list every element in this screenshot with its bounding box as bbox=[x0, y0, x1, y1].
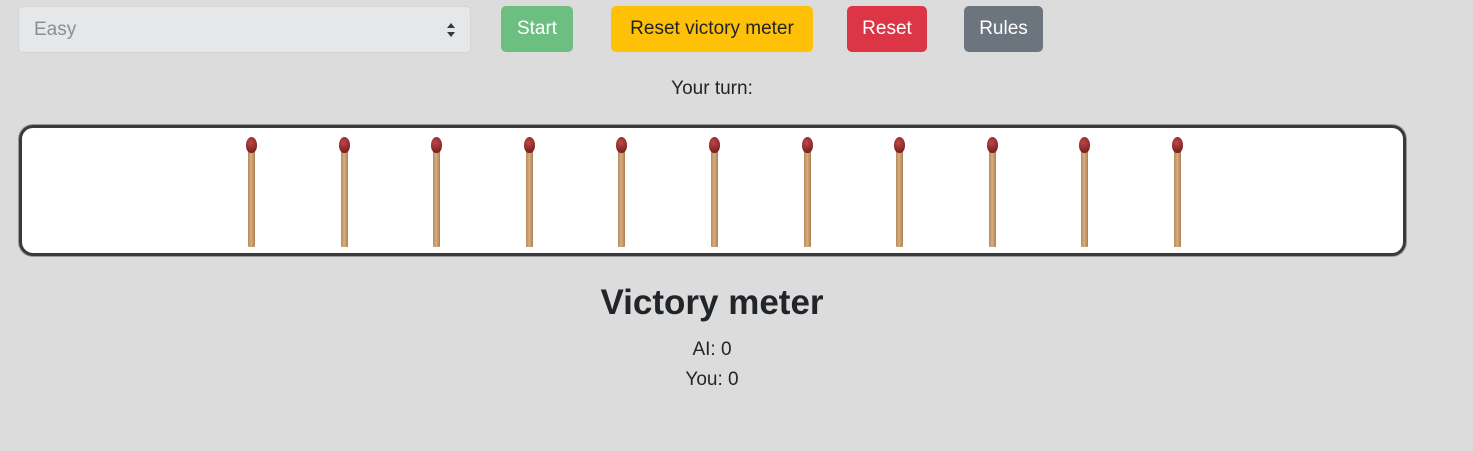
matchstick[interactable] bbox=[615, 137, 627, 248]
matchstick-body bbox=[1081, 148, 1088, 247]
rules-button[interactable]: Rules bbox=[964, 6, 1043, 52]
matchstick[interactable] bbox=[338, 137, 350, 248]
matchstick-body bbox=[341, 148, 348, 247]
matchstick-head bbox=[987, 137, 998, 153]
select-updown-icon bbox=[447, 22, 455, 37]
matchstick-body bbox=[526, 148, 533, 247]
matchstick-head bbox=[246, 137, 257, 153]
difficulty-select-value: Easy bbox=[34, 18, 77, 40]
matchstick[interactable] bbox=[893, 137, 905, 248]
game-page: Easy Start Reset victory meter Reset Rul… bbox=[0, 0, 1473, 451]
matchstick-body bbox=[989, 148, 996, 247]
matchstick-body bbox=[711, 148, 718, 247]
matchstick-head bbox=[894, 137, 905, 153]
matchstick[interactable] bbox=[1171, 137, 1183, 248]
matchstick-head bbox=[431, 137, 442, 153]
matchstick-body bbox=[248, 148, 255, 247]
ai-score: AI: 0 bbox=[692, 339, 732, 360]
matchstick-head bbox=[709, 137, 720, 153]
matchstick[interactable] bbox=[245, 137, 257, 248]
matchstick[interactable] bbox=[986, 137, 998, 248]
start-button[interactable]: Start bbox=[501, 6, 573, 52]
difficulty-select[interactable]: Easy bbox=[18, 6, 471, 53]
victory-meter-title: Victory meter bbox=[600, 283, 824, 322]
turn-label: Your turn: bbox=[671, 78, 753, 99]
matchstick[interactable] bbox=[430, 137, 442, 248]
matchstick-board bbox=[19, 125, 1406, 256]
matchstick-body bbox=[618, 148, 625, 247]
matchstick[interactable] bbox=[1078, 137, 1090, 248]
matchstick[interactable] bbox=[708, 137, 720, 248]
matchstick-body bbox=[1174, 148, 1181, 247]
player-score: You: 0 bbox=[685, 369, 739, 390]
matchstick[interactable] bbox=[523, 137, 535, 248]
matchstick-head bbox=[339, 137, 350, 153]
matchstick-body bbox=[896, 148, 903, 247]
matchstick-head bbox=[1079, 137, 1090, 153]
matchstick-head bbox=[616, 137, 627, 153]
matchstick-body bbox=[433, 148, 440, 247]
matchstick-head bbox=[802, 137, 813, 153]
matchstick-head bbox=[524, 137, 535, 153]
matchstick[interactable] bbox=[801, 137, 813, 248]
reset-button[interactable]: Reset bbox=[847, 6, 927, 52]
reset-victory-meter-button[interactable]: Reset victory meter bbox=[611, 6, 813, 52]
matchstick-head bbox=[1172, 137, 1183, 153]
matchstick-body bbox=[804, 148, 811, 247]
